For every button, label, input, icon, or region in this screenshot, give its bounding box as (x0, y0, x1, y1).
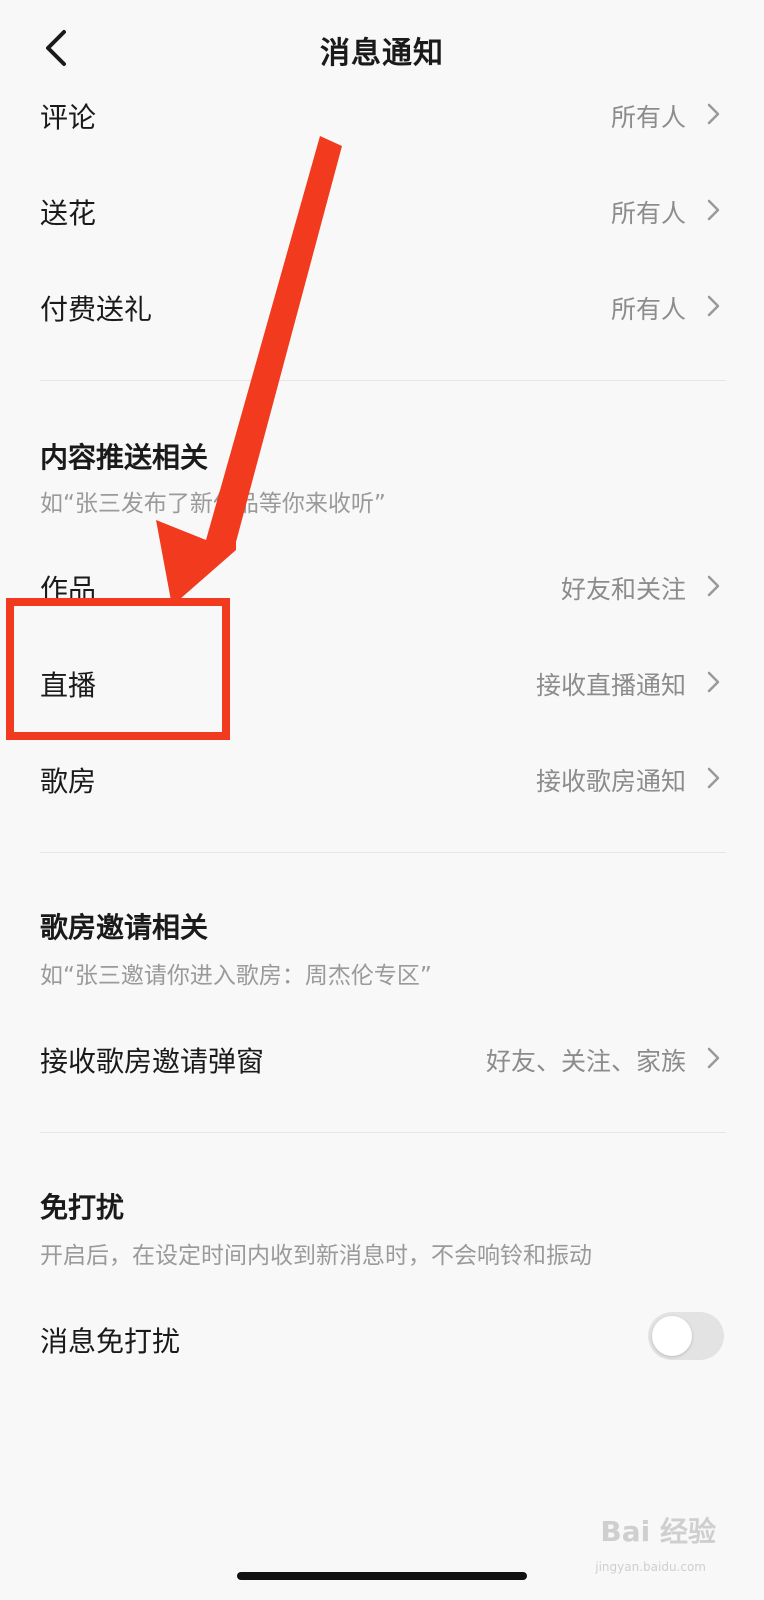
chevron-right-icon (707, 671, 720, 693)
divider (40, 380, 726, 381)
setting-label: 付费送礼 (40, 293, 153, 326)
setting-label: 歌房 (40, 765, 97, 798)
chevron-right-icon (707, 1047, 720, 1069)
chevron-right-icon (707, 767, 720, 789)
setting-value: 接收直播通知 (535, 671, 686, 700)
section-desc-content: 如“张三发布了新作品等你来收听” (40, 491, 386, 517)
setting-value: 所有人 (610, 103, 686, 132)
section-title-dnd: 免打扰 (40, 1191, 125, 1224)
highlight-box (6, 598, 230, 740)
setting-value: 好友和关注 (560, 575, 686, 604)
chevron-right-icon (707, 295, 720, 317)
watermark-logo: Bai 经验 (600, 1515, 716, 1548)
setting-label: 送花 (40, 197, 97, 230)
setting-row-paid-gift[interactable]: 付费送礼 所有人 (40, 276, 726, 336)
home-indicator[interactable] (237, 1572, 527, 1580)
section-title-content: 内容推送相关 (40, 441, 209, 474)
setting-value: 所有人 (610, 295, 686, 324)
setting-value: 好友、关注、家族 (485, 1047, 686, 1076)
divider (40, 1132, 726, 1133)
chevron-right-icon (707, 575, 720, 597)
nav-bar: 消息通知 (0, 0, 764, 96)
setting-row-comment[interactable]: 评论 所有人 (40, 84, 726, 144)
dnd-toggle[interactable] (648, 1312, 724, 1360)
setting-row-song-room[interactable]: 歌房 接收歌房通知 (40, 748, 726, 808)
setting-row-dnd: 消息免打扰 (40, 1308, 726, 1368)
section-desc-dnd: 开启后，在设定时间内收到新消息时，不会响铃和振动 (40, 1243, 592, 1269)
setting-value: 接收歌房通知 (535, 767, 686, 796)
watermark-url: jingyan.baidu.com (595, 1560, 706, 1574)
setting-value: 所有人 (610, 199, 686, 228)
setting-row-flowers[interactable]: 送花 所有人 (40, 180, 726, 240)
section-title-invite: 歌房邀请相关 (40, 911, 209, 944)
page-title: 消息通知 (320, 36, 444, 71)
setting-label: 消息免打扰 (40, 1325, 181, 1358)
setting-label: 评论 (40, 101, 97, 134)
setting-label: 接收歌房邀请弹窗 (40, 1045, 265, 1078)
chevron-right-icon (707, 103, 720, 125)
chevron-right-icon (707, 199, 720, 221)
setting-row-invite-popup[interactable]: 接收歌房邀请弹窗 好友、关注、家族 (40, 1028, 726, 1088)
toggle-knob (652, 1316, 692, 1356)
divider (40, 852, 726, 853)
section-desc-invite: 如“张三邀请你进入歌房：周杰伦专区” (40, 963, 432, 989)
